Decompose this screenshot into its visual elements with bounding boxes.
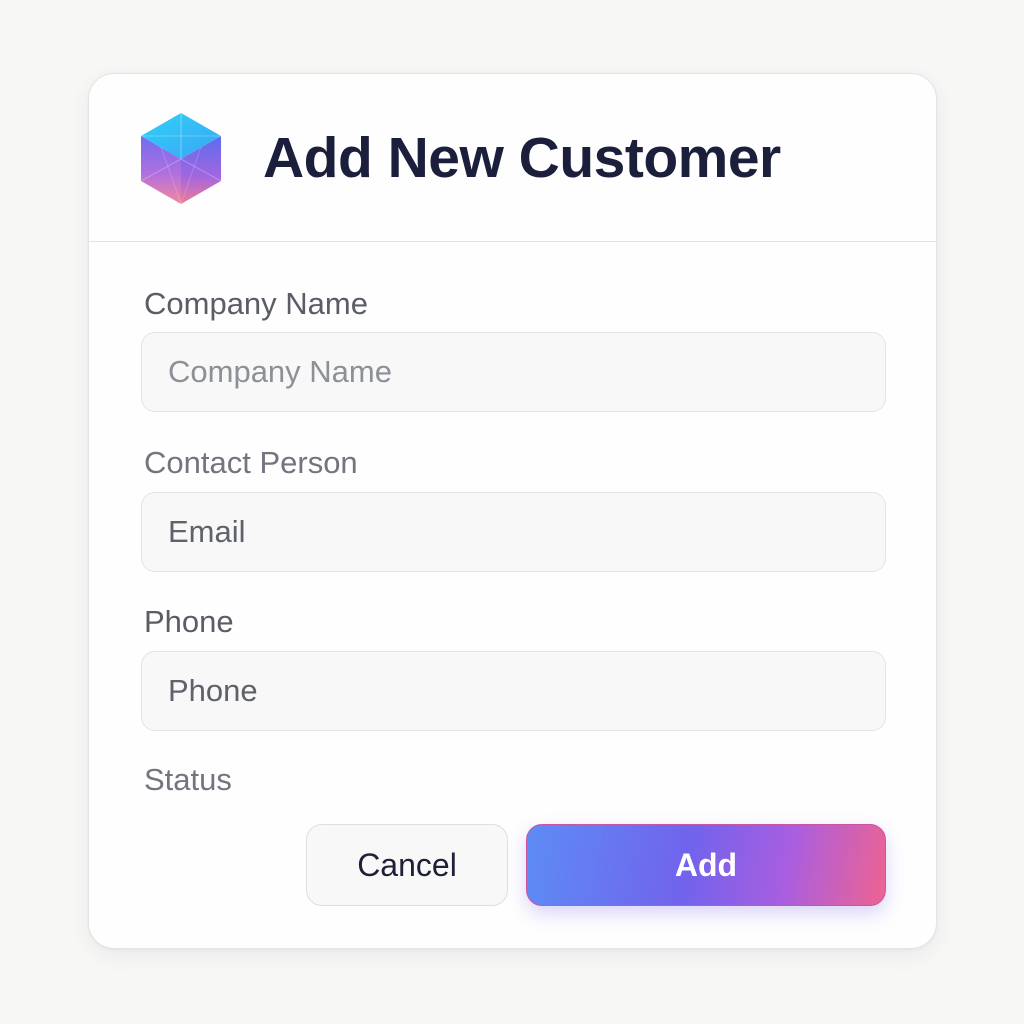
dialog-title: Add New Customer: [263, 126, 781, 190]
contact-person-label: Contact Person: [144, 445, 358, 480]
cancel-button[interactable]: Cancel: [306, 824, 508, 906]
status-label: Status: [144, 762, 232, 797]
dialog-header: Add New Customer: [89, 74, 936, 242]
add-customer-dialog: Add New Customer Company Name Contact Pe…: [88, 73, 937, 949]
add-button[interactable]: Add: [526, 824, 886, 906]
phone-label: Phone: [144, 604, 234, 639]
hexagon-cube-icon: [140, 113, 222, 206]
company-name-label: Company Name: [144, 286, 368, 321]
phone-input[interactable]: [141, 651, 886, 731]
contact-email-input[interactable]: [141, 492, 886, 572]
company-name-input[interactable]: [141, 332, 886, 412]
